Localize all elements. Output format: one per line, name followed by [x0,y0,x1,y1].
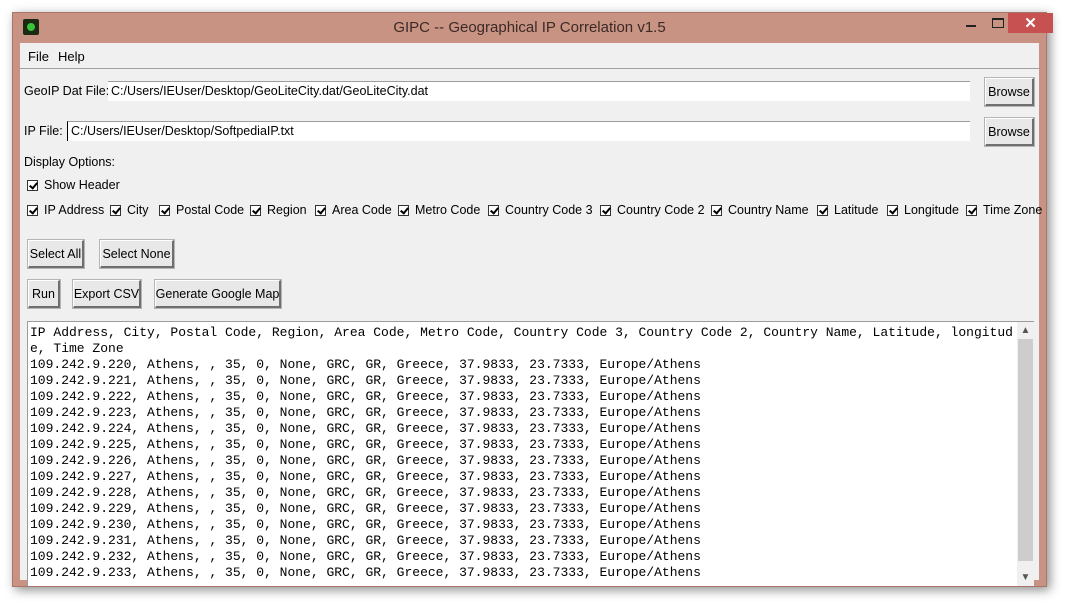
checkbox-label: Longitude [904,203,959,217]
checkbox-label: Area Code [332,203,392,217]
checkbox-checked-icon [315,204,326,216]
menu-file[interactable]: File [28,49,49,64]
checkbox-checked-icon [817,204,828,216]
output-textarea[interactable]: IP Address, City, Postal Code, Region, A… [27,321,1034,586]
checkbox-label: City [127,203,149,217]
output-content: IP Address, City, Postal Code, Region, A… [30,325,1014,581]
scroll-thumb[interactable] [1018,339,1033,561]
export-csv-button[interactable]: Export CSV [72,279,142,309]
checkbox-checked-icon [27,204,38,216]
field-checkbox-latitude[interactable]: Latitude [817,203,878,217]
chevron-up-icon: ▲ [1020,325,1031,336]
checkbox-label: Country Name [728,203,809,217]
show-header-label: Show Header [44,178,120,192]
checkbox-label: Region [267,203,307,217]
geoip-file-input[interactable]: C:/Users/IEUser/Desktop/GeoLiteCity.dat/… [108,81,970,101]
output-row: 109.242.9.220, Athens, , 35, 0, None, GR… [30,357,701,372]
checkbox-checked-icon [488,204,499,216]
select-none-button[interactable]: Select None [99,239,175,269]
output-row: 109.242.9.229, Athens, , 35, 0, None, GR… [30,501,701,516]
client-area: File Help GeoIP Dat File: C:/Users/IEUse… [20,43,1042,586]
checkbox-checked-icon [250,204,261,216]
generate-google-map-button[interactable]: Generate Google Map [154,279,282,309]
output-row: 109.242.9.233, Athens, , 35, 0, None, GR… [30,565,701,580]
display-options-heading: Display Options: [24,155,116,169]
scroll-down-button[interactable]: ▼ [1017,569,1034,586]
output-row: 109.242.9.230, Athens, , 35, 0, None, GR… [30,517,701,532]
field-checkbox-city[interactable]: City [110,203,149,217]
maximize-icon [992,18,1004,28]
checkbox-label: Metro Code [415,203,481,217]
output-row: 109.242.9.226, Athens, , 35, 0, None, GR… [30,453,701,468]
checkbox-checked-icon [966,204,977,216]
show-header-checkbox[interactable]: Show Header [27,178,120,192]
field-checkbox-time-zone[interactable]: Time Zone [966,203,1042,217]
field-checkbox-metro-code[interactable]: Metro Code [398,203,480,217]
checkbox-checked-icon [398,204,409,216]
checkbox-checked-icon [27,179,38,191]
scroll-up-button[interactable]: ▲ [1017,322,1034,339]
vertical-scrollbar[interactable]: ▲ ▼ [1017,322,1034,586]
checkbox-checked-icon [110,204,121,216]
checkbox-checked-icon [887,204,898,216]
menu-help[interactable]: Help [58,49,85,64]
checkbox-label: Country Code 2 [617,203,705,217]
close-icon: ✕ [1024,15,1037,32]
chevron-down-icon: ▼ [1020,572,1031,583]
geoip-label: GeoIP Dat File: [24,84,110,98]
minimize-button[interactable] [956,13,986,33]
field-checkbox-longitude[interactable]: Longitude [887,203,959,217]
close-button[interactable]: ✕ [1008,13,1053,33]
output-row: 109.242.9.223, Athens, , 35, 0, None, GR… [30,405,701,420]
checkbox-label: IP Address [44,203,105,217]
field-checkbox-ip-address[interactable]: IP Address [27,203,104,217]
checkbox-checked-icon [711,204,722,216]
output-header-line: IP Address, City, Postal Code, Region, A… [30,325,1013,356]
output-row: 109.242.9.232, Athens, , 35, 0, None, GR… [30,549,701,564]
checkbox-label: Postal Code [176,203,245,217]
ip-file-label: IP File: [24,124,63,138]
minimize-icon [966,25,976,27]
output-row: 109.242.9.224, Athens, , 35, 0, None, GR… [30,421,701,436]
checkbox-label: Country Code 3 [505,203,593,217]
field-checkbox-country-name[interactable]: Country Name [711,203,809,217]
output-row: 109.242.9.227, Athens, , 35, 0, None, GR… [30,469,701,484]
select-all-button[interactable]: Select All [27,239,85,269]
ip-file-input[interactable]: C:/Users/IEUser/Desktop/SoftpediaIP.txt [67,121,970,141]
menu-bar: File Help [20,43,1039,69]
app-window: GIPC -- Geographical IP Correlation v1.5… [12,12,1053,587]
checkbox-checked-icon [159,204,170,216]
output-row: 109.242.9.228, Athens, , 35, 0, None, GR… [30,485,701,500]
field-checkbox-postal-code[interactable]: Postal Code [159,203,244,217]
output-row: 109.242.9.225, Athens, , 35, 0, None, GR… [30,437,701,452]
checkbox-label: Latitude [834,203,879,217]
output-rows: 109.242.9.220, Athens, , 35, 0, None, GR… [30,357,1014,581]
run-button[interactable]: Run [27,279,61,309]
field-checkbox-area-code[interactable]: Area Code [315,203,392,217]
geoip-browse-button[interactable]: Browse [984,77,1035,107]
output-row: 109.242.9.222, Athens, , 35, 0, None, GR… [30,389,701,404]
field-checkbox-country-code-3[interactable]: Country Code 3 [488,203,593,217]
window-title: GIPC -- Geographical IP Correlation v1.5 [393,19,666,36]
output-row: 109.242.9.231, Athens, , 35, 0, None, GR… [30,533,701,548]
ip-file-browse-button[interactable]: Browse [984,117,1035,147]
checkbox-checked-icon [600,204,611,216]
checkbox-label: Time Zone [983,203,1043,217]
output-row: 109.242.9.221, Athens, , 35, 0, None, GR… [30,373,701,388]
field-checkbox-country-code-2[interactable]: Country Code 2 [600,203,705,217]
field-checkbox-region[interactable]: Region [250,203,307,217]
title-bar[interactable]: GIPC -- Geographical IP Correlation v1.5… [13,13,1053,43]
